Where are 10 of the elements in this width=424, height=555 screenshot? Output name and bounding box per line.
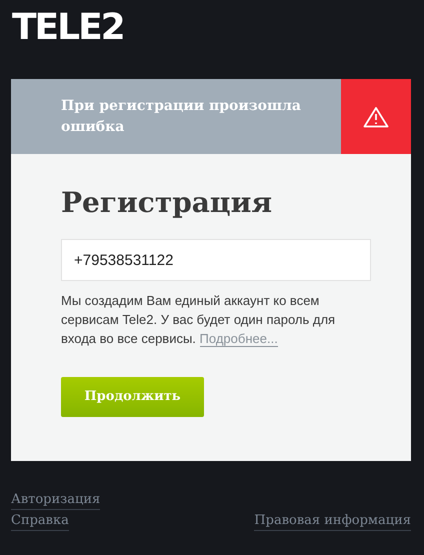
- phone-field[interactable]: +79538531122: [61, 239, 371, 281]
- error-message: При регистрации произошла ошибка: [60, 97, 302, 137]
- logo: TELE2: [12, 7, 124, 48]
- warning-icon: [363, 106, 389, 128]
- more-link[interactable]: Подробнее...: [200, 331, 278, 347]
- footer-link[interactable]: Справка: [11, 512, 69, 531]
- footer-link[interactable]: Правовая информация: [254, 512, 411, 531]
- footer-link[interactable]: Авторизация: [11, 491, 100, 510]
- form-title: Регистрация: [61, 185, 274, 221]
- info-text: Мы создадим Вам единый аккаунт ко всем сервисам Tele2. У вас будет один пароль для входа во все сервисы. Подробнее...: [61, 292, 336, 348]
